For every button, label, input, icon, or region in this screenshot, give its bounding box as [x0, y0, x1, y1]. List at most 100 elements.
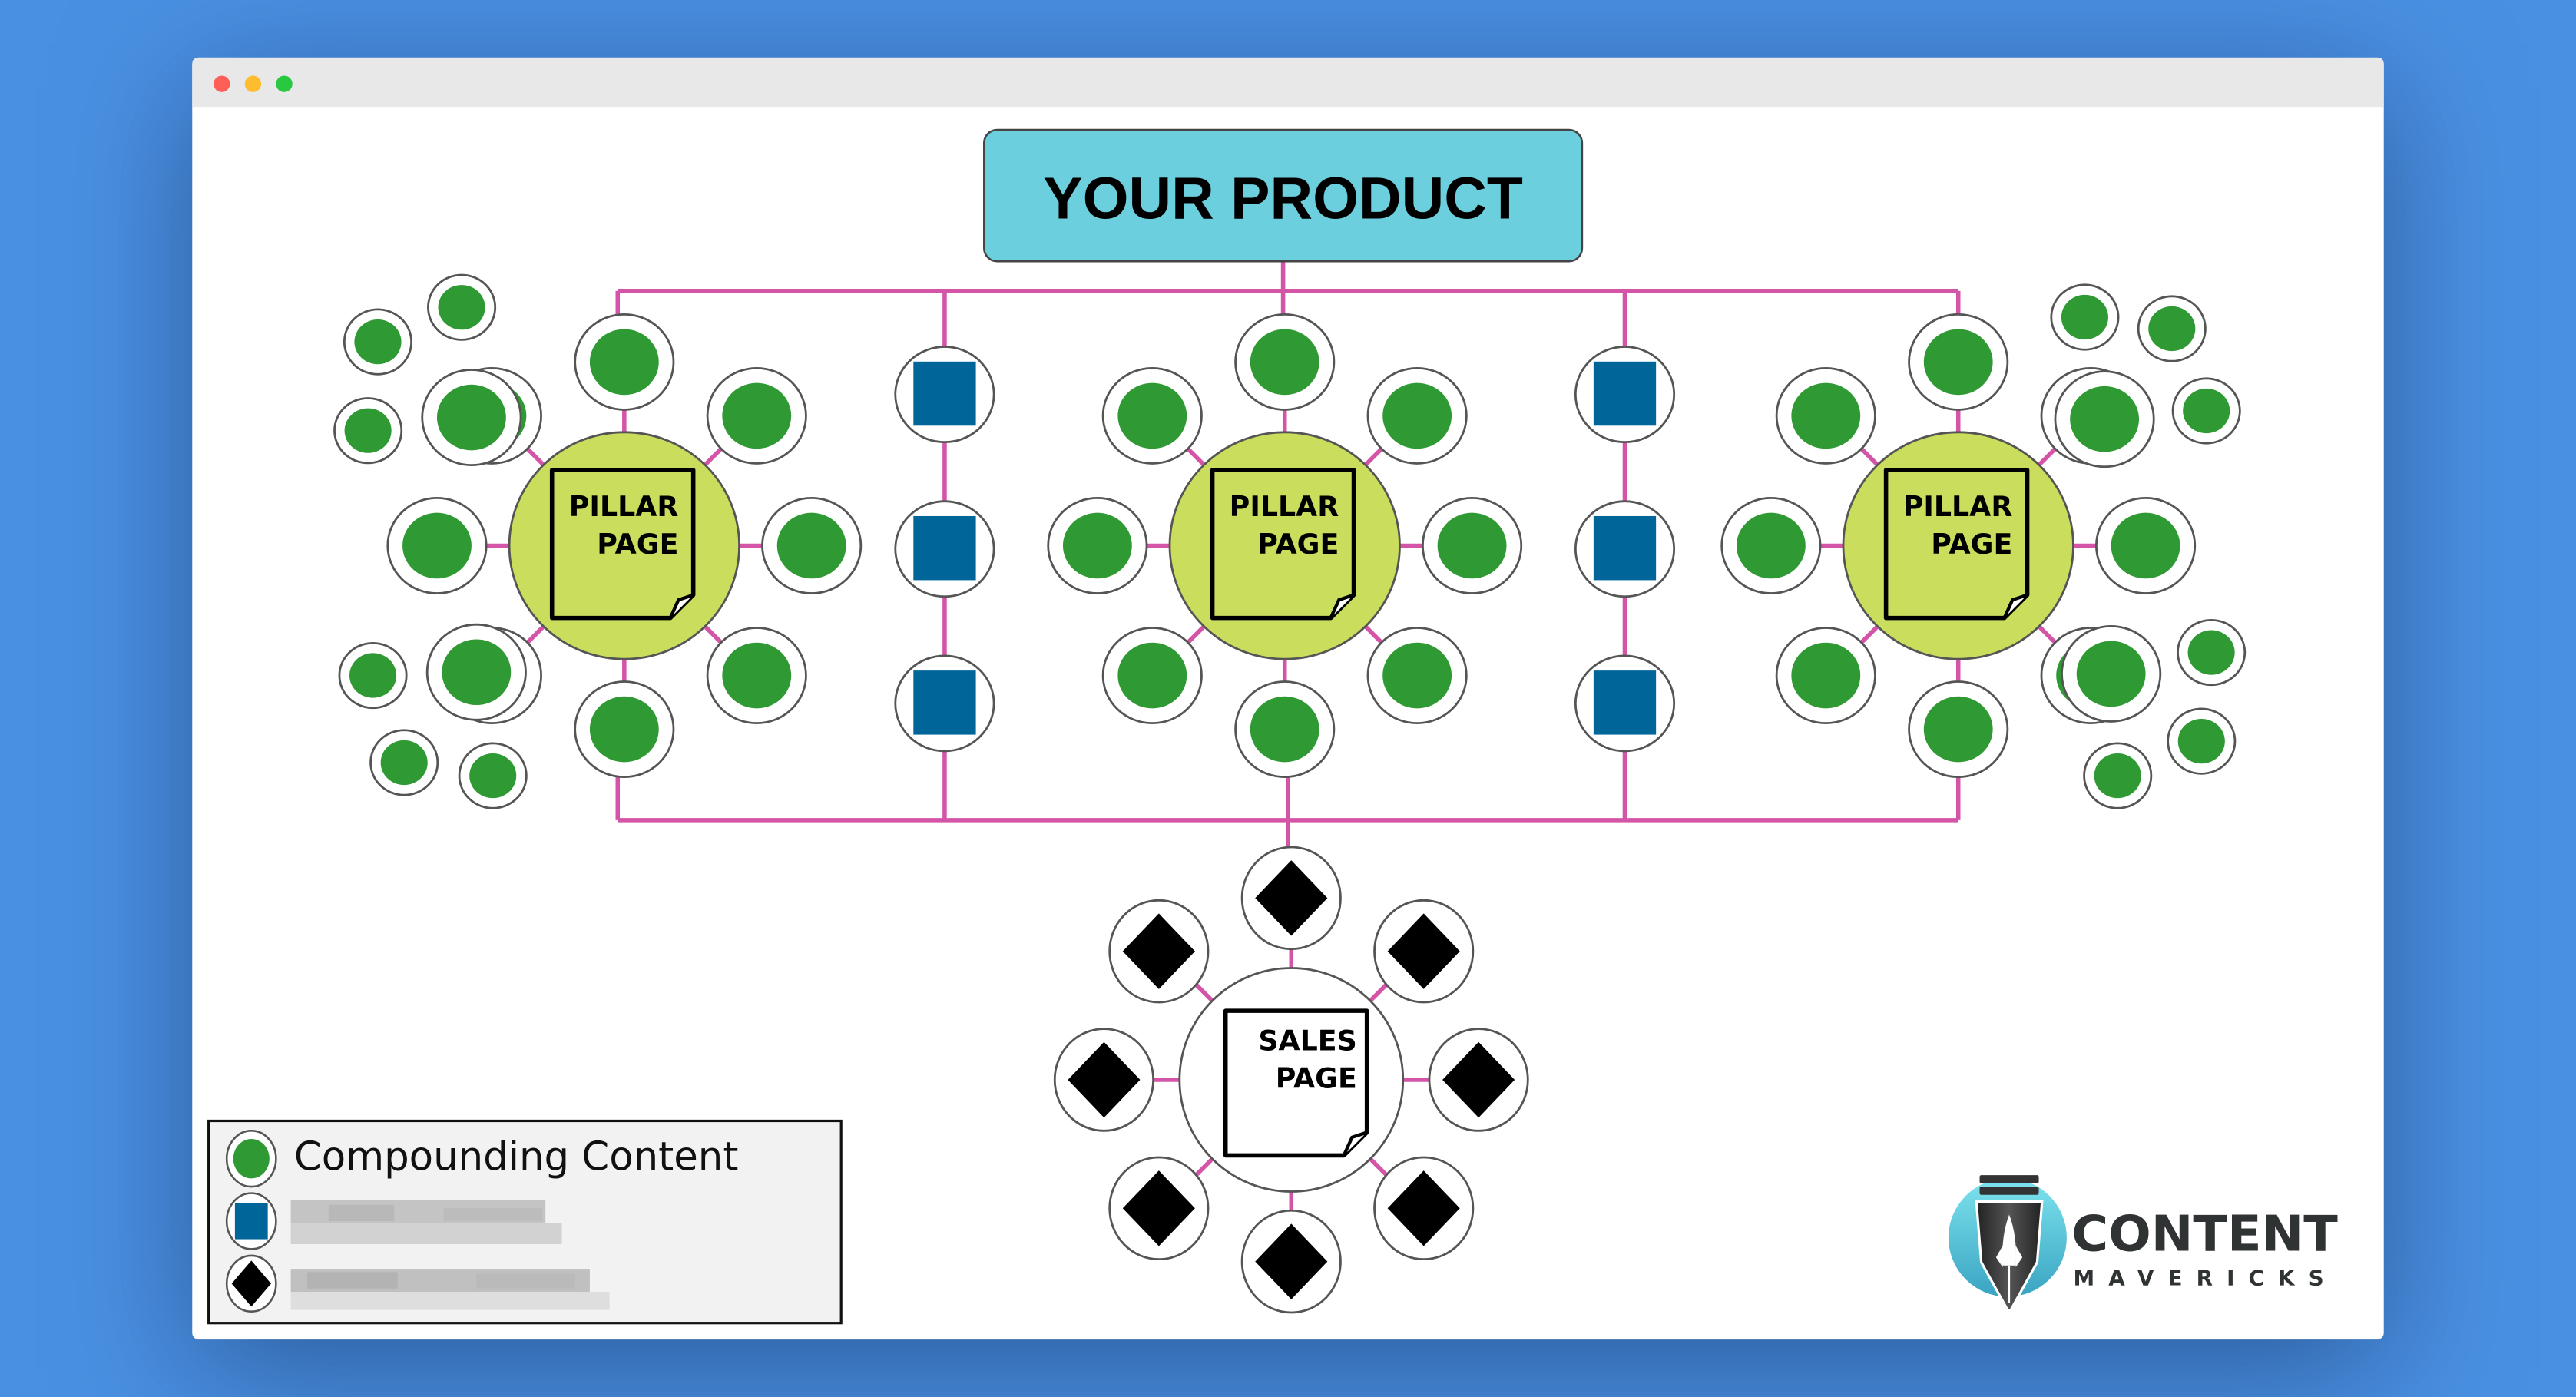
spoke-content-node[interactable]	[1366, 627, 1468, 724]
pillar-label-line1: PILLAR	[1230, 490, 1339, 523]
sales-page-node[interactable]: SALES PAGE	[1178, 967, 1405, 1193]
spoke-content-node[interactable]	[574, 680, 675, 779]
spoke-content-node[interactable]	[761, 497, 863, 594]
green-circle-icon	[402, 512, 472, 579]
legend: Compounding Content	[207, 1119, 843, 1325]
spoke-content-node[interactable]	[386, 497, 488, 594]
window-titlebar	[192, 57, 2384, 108]
pillar-label-line2: PAGE	[1257, 528, 1339, 561]
green-circle-icon	[1437, 512, 1507, 579]
floating-content-node[interactable]	[421, 369, 522, 467]
floating-content-node[interactable]	[427, 273, 497, 341]
floating-content-node[interactable]	[2167, 707, 2237, 775]
green-circle-icon	[1117, 642, 1187, 709]
spoke-content-node[interactable]	[574, 313, 675, 411]
floating-content-node[interactable]	[369, 729, 439, 796]
floating-content-node[interactable]	[458, 742, 528, 809]
product-node[interactable]: YOUR PRODUCT	[982, 128, 1584, 263]
green-circle-icon	[722, 642, 792, 709]
floating-content-node[interactable]	[343, 308, 413, 376]
blue-square-icon	[913, 515, 976, 581]
screenshot-stage: YOUR PRODUCT PILLARPAGEPILLARPAGEPILLARP…	[192, 57, 2384, 1340]
green-circle-icon	[1382, 642, 1452, 709]
floating-content-node[interactable]	[2050, 283, 2120, 351]
green-circle-icon	[436, 384, 506, 451]
logo-wordmark-top: CONTENT	[2071, 1206, 2338, 1263]
pillar-page-node-2[interactable]: PILLAR PAGE	[1168, 431, 1401, 660]
green-circle-icon	[1250, 696, 1319, 763]
green-circle-icon	[442, 639, 512, 706]
green-circle-icon	[1062, 512, 1132, 579]
green-circle-icon	[589, 696, 659, 763]
floating-content-node[interactable]	[2083, 742, 2153, 809]
product-label: YOUR PRODUCT	[1043, 166, 1523, 232]
window-maximize-button[interactable]	[276, 75, 293, 92]
spoke-content-node[interactable]	[706, 627, 807, 724]
square-content-node[interactable]	[1574, 500, 1676, 598]
blue-square-icon	[1593, 361, 1657, 426]
spoke-content-node[interactable]	[1775, 627, 1876, 724]
spoke-content-node[interactable]	[1908, 680, 2009, 779]
floating-content-node[interactable]	[2061, 624, 2162, 723]
green-circle-icon	[1736, 512, 1806, 579]
square-content-node[interactable]	[894, 500, 995, 598]
logo-wordmark-bottom: MAVERICKS	[2073, 1265, 2333, 1290]
sales-support-node[interactable]	[1373, 1156, 1475, 1261]
green-circle-icon	[2177, 719, 2225, 764]
green-circle-icon	[438, 285, 485, 330]
sales-support-node[interactable]	[1240, 1209, 1342, 1314]
blue-square-icon	[1593, 515, 1657, 581]
pillar-page-node-3[interactable]: PILLAR PAGE	[1842, 431, 2074, 660]
pillar-label-line2: PAGE	[1931, 528, 2012, 561]
sales-label-line2: PAGE	[1276, 1062, 1357, 1095]
sales-support-node[interactable]	[1373, 899, 1475, 1004]
sales-support-node[interactable]	[1428, 1028, 1529, 1132]
square-content-node[interactable]	[894, 654, 995, 753]
floating-content-node[interactable]	[425, 623, 527, 721]
square-content-node[interactable]	[1574, 346, 1676, 444]
sales-support-node[interactable]	[1053, 1028, 1154, 1132]
floating-content-node[interactable]	[2177, 618, 2247, 687]
green-circle-icon	[233, 1139, 270, 1179]
spoke-content-node[interactable]	[1422, 497, 1523, 594]
spoke-content-node[interactable]	[1101, 627, 1203, 724]
redacted-label	[290, 1200, 562, 1244]
green-circle-icon	[589, 329, 659, 396]
floating-content-node[interactable]	[333, 397, 403, 465]
spoke-content-node[interactable]	[2095, 497, 2197, 594]
green-circle-icon	[1923, 329, 1993, 396]
green-circle-icon	[344, 408, 392, 453]
sales-support-node[interactable]	[1240, 846, 1342, 951]
square-content-node[interactable]	[1574, 654, 1676, 753]
square-content-node[interactable]	[894, 346, 995, 444]
window-minimize-button[interactable]	[244, 75, 262, 92]
sales-support-node[interactable]	[1108, 1156, 1210, 1261]
green-circle-icon	[354, 319, 402, 365]
floating-content-node[interactable]	[2137, 295, 2207, 362]
floating-content-node[interactable]	[2171, 377, 2241, 445]
pillar-label-line1: PILLAR	[1903, 490, 2013, 523]
legend-label: Compounding Content	[294, 1134, 739, 1180]
green-circle-icon	[2061, 294, 2108, 340]
spoke-content-node[interactable]	[706, 366, 807, 465]
spoke-content-node[interactable]	[1047, 497, 1148, 594]
green-circle-icon	[2148, 306, 2196, 352]
floating-content-node[interactable]	[2054, 370, 2155, 468]
floating-content-node[interactable]	[338, 641, 408, 710]
green-circle-icon	[2076, 641, 2146, 707]
window-close-button[interactable]	[214, 75, 230, 92]
sales-support-node[interactable]	[1108, 899, 1210, 1004]
pillar-page-node-1[interactable]: PILLAR PAGE	[508, 431, 740, 660]
green-circle-icon	[1791, 382, 1861, 449]
spoke-content-node[interactable]	[1234, 313, 1336, 411]
green-circle-icon	[1382, 382, 1452, 449]
green-circle-icon	[2183, 388, 2230, 434]
spoke-content-node[interactable]	[1234, 680, 1336, 779]
spoke-content-node[interactable]	[1775, 366, 1876, 465]
spoke-content-node[interactable]	[1908, 313, 2009, 411]
pillar-label-line2: PAGE	[597, 528, 678, 561]
spoke-content-node[interactable]	[1366, 366, 1468, 465]
blue-square-icon	[913, 361, 976, 426]
spoke-content-node[interactable]	[1720, 497, 1822, 594]
spoke-content-node[interactable]	[1101, 366, 1203, 465]
